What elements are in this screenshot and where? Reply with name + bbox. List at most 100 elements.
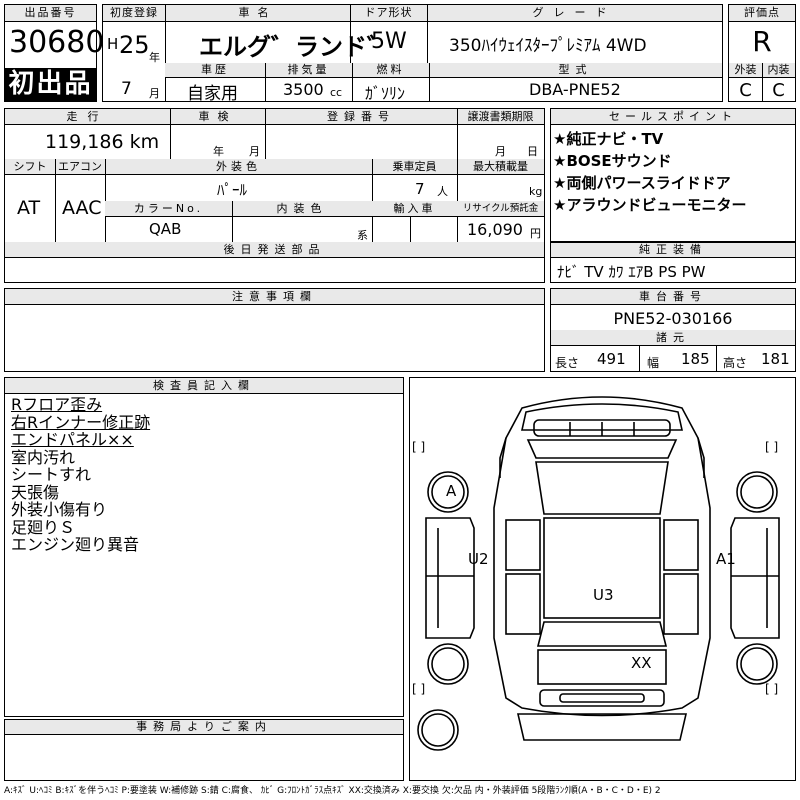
ac: AAC	[62, 197, 102, 219]
exterior-color: ﾊﾟｰﾙ	[217, 181, 248, 199]
capacity: 7	[415, 180, 425, 198]
inspection-year: 年	[213, 145, 224, 158]
inspector-box: 検査員記入欄 Rフロア歪み 右Rインナー修正跡 エンドパネル×× 室内汚れ シートすれ天…	[4, 377, 404, 717]
equipment-box: 純正装備 ﾅﾋﾞ TV ｶﾜ ｴｱB PS PW	[550, 242, 796, 283]
bracket-left-bottom: [ ]	[412, 682, 426, 696]
inspector-note: エンジン廻り異音	[11, 535, 140, 554]
grade-label: グレード	[427, 5, 722, 22]
displacement-unit: cc	[330, 86, 343, 99]
fuel: ｶﾞｿﾘﾝ	[365, 84, 406, 103]
bracket-right-top: [ ]	[765, 440, 779, 454]
inspector-lines: Rフロア歪み 右Rインナー修正跡 エンドパネル×× 室内汚れ シートすれ 天張傷 外装小傷有…	[11, 396, 150, 554]
first-listing-badge: 初出品	[5, 68, 96, 101]
inspector-note: 外装小傷有り	[11, 500, 108, 519]
car-diagram-box: [ ] [ ] [ ] [ ] A U2 A1 U3 XX	[409, 377, 796, 781]
notes-label: 注意事項欄	[5, 289, 544, 305]
notes-box: 注意事項欄	[4, 288, 545, 372]
first-reg-month: 7	[121, 79, 132, 99]
rating-box: 評価点 R 外装 内装 C C	[728, 4, 796, 102]
recycle-unit: 円	[530, 227, 541, 240]
model-type: DBA-PNE52	[529, 80, 621, 99]
sales-box: セールスポイント ★純正ナビ・TV ★BOSEサウンド ★両側パワースライドドア ★ア…	[550, 108, 796, 242]
color-label: 外装色	[105, 159, 372, 175]
inspector-note: Rフロア歪み	[11, 395, 103, 414]
sales-point: ★アラウンドビューモニター	[553, 196, 747, 214]
fuel-label: 燃料	[352, 63, 429, 78]
dims-label: 諸元	[551, 330, 795, 346]
capacity-label: 乗車定員	[372, 159, 457, 175]
sales-point: ★純正ナビ・TV	[553, 130, 664, 148]
damage-mark-a: A	[446, 482, 457, 500]
damage-mark-u3: U3	[593, 586, 614, 604]
sales-points-list: ★純正ナビ・TV ★BOSEサウンド ★両側パワースライドドア ★アラウンドビューモニ…	[553, 128, 746, 216]
sales-point: ★両側パワースライドドア	[553, 174, 731, 192]
exterior-label: 外装	[729, 63, 762, 78]
month-unit: 月	[149, 87, 160, 100]
chassis-box: 車台番号 PNE52-030166 諸元 長さ 491 幅 185 高さ 181	[550, 288, 796, 372]
inspector-label: 検査員記入欄	[5, 378, 403, 394]
damage-mark-xx: XX	[631, 654, 652, 672]
ac-label: エアコン	[55, 159, 105, 175]
displacement-label: 排気量	[265, 63, 352, 78]
lot-number: 30680	[9, 25, 105, 60]
header-box: 初度登録 車名 ドア形状 グレード H 25 年 エルグ゛ランド゛ 5W 350…	[102, 4, 723, 104]
office-box: 事務局よりご案内	[4, 719, 404, 781]
model-label: 車名	[165, 5, 350, 22]
lot-label: 出品番号	[5, 5, 96, 22]
plate-label: 登録番号	[265, 109, 457, 125]
history: 自家用	[187, 84, 238, 104]
import-label: 輸入車	[372, 201, 457, 217]
year-unit: 年	[149, 51, 160, 64]
grade: 350ﾊｲｳｪｲｽﾀｰﾌﾟﾚﾐｱﾑ 4WD	[449, 36, 647, 56]
recycle-label: リサイクル預託金	[457, 201, 544, 217]
interior-grade: C	[772, 80, 785, 101]
inspector-note: 足廻りＳ	[11, 517, 76, 537]
damage-mark-u2: U2	[468, 550, 489, 568]
interior-label: 内装	[762, 63, 795, 78]
length-label: 長さ	[555, 356, 580, 370]
length-value: 491	[597, 350, 626, 368]
era: H	[107, 35, 119, 53]
model-name: エルグ゛ランド゛	[199, 33, 391, 61]
equipment-value: ﾅﾋﾞ TV ｶﾜ ｴｱB PS PW	[557, 263, 706, 281]
rating-label: 評価点	[729, 5, 795, 22]
inspection-month: 月	[249, 145, 260, 158]
shift-label: シフト	[5, 159, 55, 175]
door-label: ドア形状	[350, 5, 427, 22]
load-unit: kg	[529, 185, 543, 198]
mileage: 119,186 km	[45, 131, 160, 153]
inspector-note: 室内汚れ	[11, 447, 76, 467]
capacity-unit: 人	[437, 185, 448, 198]
interior-color-label: 内装色	[232, 201, 372, 217]
chassis-number: PNE52-030166	[613, 309, 733, 328]
bracket-right-bottom: [ ]	[765, 682, 779, 696]
height-label: 高さ	[723, 356, 748, 370]
car-diagram	[417, 396, 780, 751]
first-reg-label: 初度登録	[103, 5, 165, 22]
transfer-month: 月	[495, 145, 506, 158]
transfer-day: 日	[527, 145, 538, 158]
type-label: 型式	[429, 63, 722, 78]
color-no: QAB	[149, 220, 182, 238]
sales-label: セールスポイント	[551, 109, 795, 125]
exterior-grade: C	[739, 80, 752, 101]
height-value: 181	[761, 350, 790, 368]
sales-point: ★BOSEサウンド	[553, 152, 672, 170]
later-parts-label: 後日発送部品	[5, 242, 544, 258]
inspector-note: 天張傷	[11, 482, 60, 502]
inspector-note: 右Rインナー修正跡	[11, 412, 151, 432]
damage-mark-a1: A1	[716, 550, 736, 568]
rating: R	[752, 25, 772, 58]
interior-color-unit: 系	[357, 229, 368, 242]
history-label: 車歴	[165, 63, 265, 78]
inspector-note: シートすれ	[11, 465, 92, 484]
inspector-note: エンドパネル××	[11, 430, 134, 449]
transfer-label: 譲渡書類期限	[457, 109, 544, 125]
details-box: 走行 車検 登録番号 譲渡書類期限 119,186 km 年 月 月 日 シフト…	[4, 108, 545, 283]
mileage-label: 走行	[5, 109, 170, 125]
door-type: 5W	[371, 29, 407, 54]
equipment-label: 純正装備	[551, 243, 795, 258]
lot-box: 出品番号 30680 初出品	[4, 4, 104, 102]
color-no-label: カラーNo.	[105, 201, 232, 217]
first-reg-year: 25	[119, 31, 150, 59]
